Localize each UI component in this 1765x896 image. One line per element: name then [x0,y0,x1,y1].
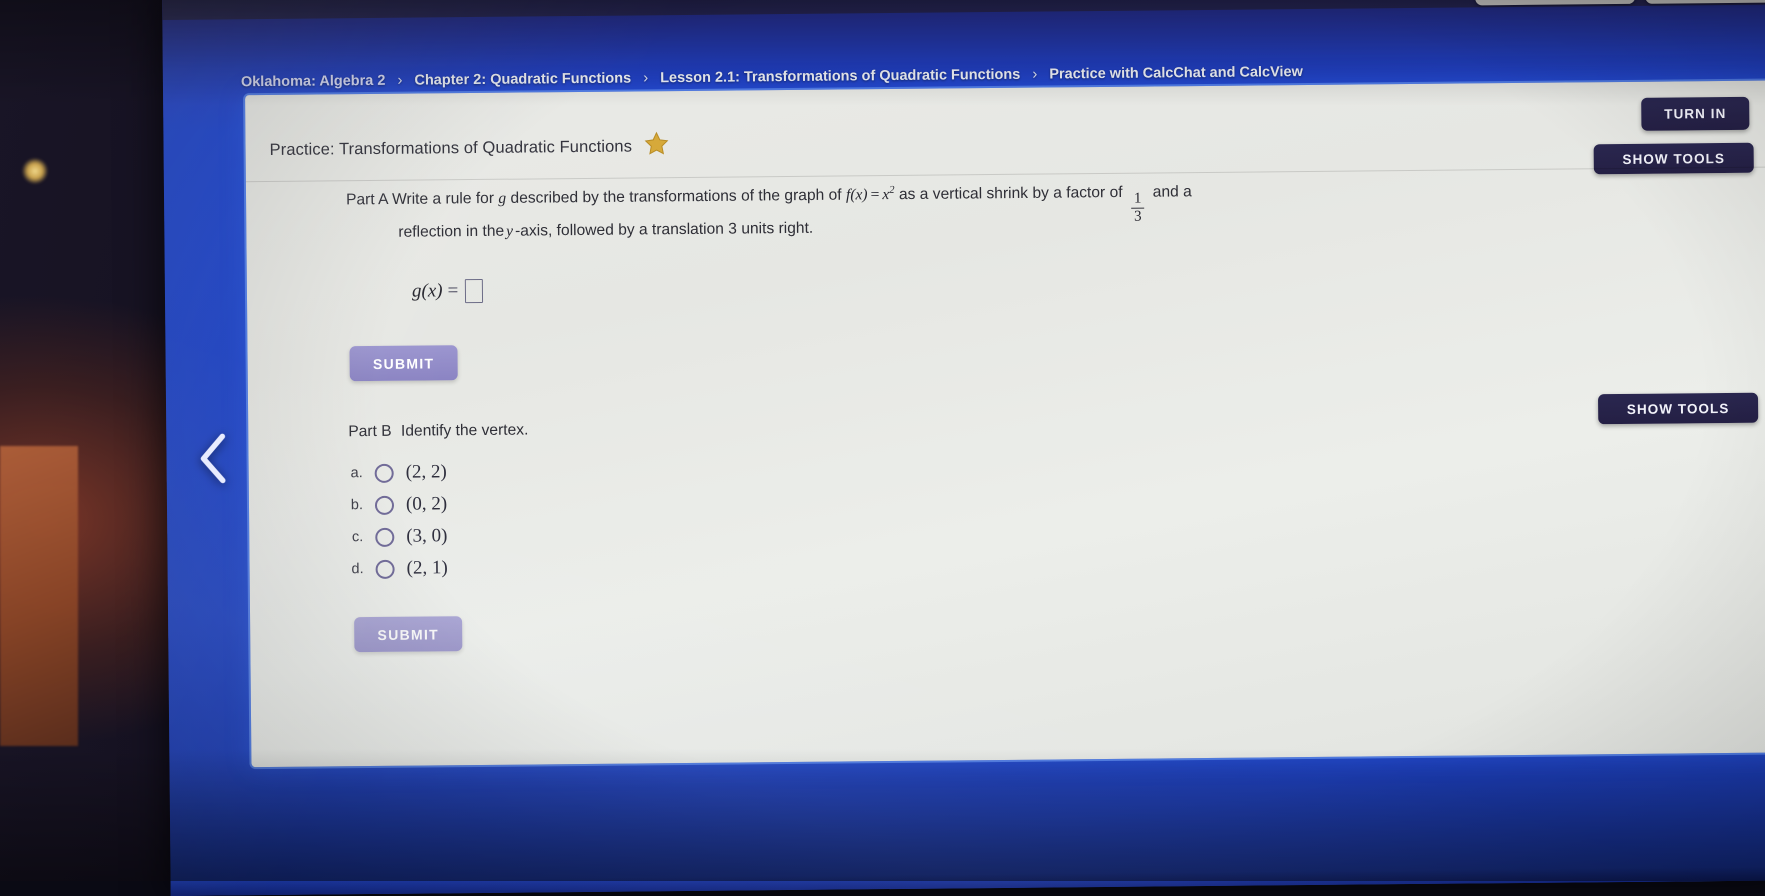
choice-c-radio[interactable] [375,527,394,546]
turn-in-button[interactable]: TURN IN [1641,97,1749,131]
part-a-answer-row: g(x) = [412,279,484,304]
part-b-question-text: Identify the vertex. [401,422,529,440]
choice-d[interactable]: d. (2, 1) [345,552,447,585]
submit-button-part-b[interactable]: SUBMIT [354,616,462,652]
part-a-function-f: f(x)=x2 [846,186,895,203]
targets-button[interactable]: TARGETS [1645,0,1765,3]
question-body: Part A Write a rule for g described by t… [246,167,1765,768]
axis-variable-y: y [506,223,513,240]
part-a-label: Part A [346,191,388,208]
practice-card: Practice: Transformations of Quadratic F… [245,81,1765,768]
part-a-text-4: and a [1153,183,1192,200]
fraction-numerator: 1 [1131,192,1145,208]
choice-b-radio[interactable] [375,495,394,514]
chevron-left-icon[interactable] [194,430,235,486]
desk-edge [0,446,78,746]
choice-d-value: (2, 1) [406,557,447,579]
part-a-text-5: reflection in the [398,223,504,241]
breadcrumb-item-chapter[interactable]: Chapter 2: Quadratic Functions [414,70,631,88]
self-assess-button[interactable]: SELF-ASSESS [1475,0,1635,5]
submit-button-part-a[interactable]: SUBMIT [349,345,457,381]
page-title: Practice: Transformations of Quadratic F… [269,137,632,159]
fraction-denominator: 3 [1131,208,1145,225]
card-header: Practice: Transformations of Quadratic F… [269,121,1751,165]
part-a-prompt-line-2: reflection in they-axis, followed by a t… [398,217,813,244]
choice-a-radio[interactable] [375,463,394,482]
breadcrumb-item-lesson[interactable]: Lesson 2.1: Transformations of Quadratic… [660,66,1020,85]
choice-b[interactable]: b. (0, 2) [345,488,447,521]
choice-c[interactable]: c. (3, 0) [345,520,447,553]
part-a-var-g: g [498,190,506,207]
choice-a-key: a. [345,465,363,481]
answer-label-g: g(x) [412,280,443,302]
choice-c-value: (3, 0) [406,525,447,547]
breadcrumb-separator-2: › [641,69,650,86]
part-a-text-2: described by the transformations of the … [510,187,841,207]
star-icon [644,131,670,161]
choice-b-value: (0, 2) [406,493,447,515]
top-bar-actions: SELF-ASSESS TARGETS [1475,0,1765,7]
app-top-bar: SELF-ASSESS TARGETS [162,0,1765,20]
window-bottom-strip [171,866,1765,896]
choice-d-key: d. [346,561,364,577]
choice-d-radio[interactable] [376,559,395,578]
light-reflection [22,158,48,184]
choice-a[interactable]: a. (2, 2) [345,456,447,489]
part-b-choice-list: a. (2, 2) b. (0, 2) c. (3, 0) [345,456,448,585]
part-b-prompt: Part B Identify the vertex. [348,422,528,442]
breadcrumb-separator-1: › [395,72,404,89]
choice-b-key: b. [345,497,363,513]
part-b-label: Part B [348,423,392,440]
browser-window: SELF-ASSESS TARGETS [162,0,1765,896]
answer-equals-sign: = [447,280,458,302]
choice-a-value: (2, 2) [406,461,447,483]
room-backdrop: SELF-ASSESS TARGETS [0,0,1765,881]
answer-input-box[interactable] [465,279,483,303]
fraction-one-third: 1 3 [1131,192,1145,225]
breadcrumb-item-practice[interactable]: Practice with CalcChat and CalcView [1049,64,1303,82]
choice-c-key: c. [345,529,363,545]
breadcrumb-item-course[interactable]: Oklahoma: Algebra 2 [241,72,386,89]
breadcrumb-separator-3: › [1030,66,1039,83]
part-a-text-3: as a vertical shrink by a factor of [899,184,1123,203]
part-a-text-6: -axis, followed by a translation 3 units… [515,220,813,240]
part-a-text-1: Write a rule for [392,190,494,208]
